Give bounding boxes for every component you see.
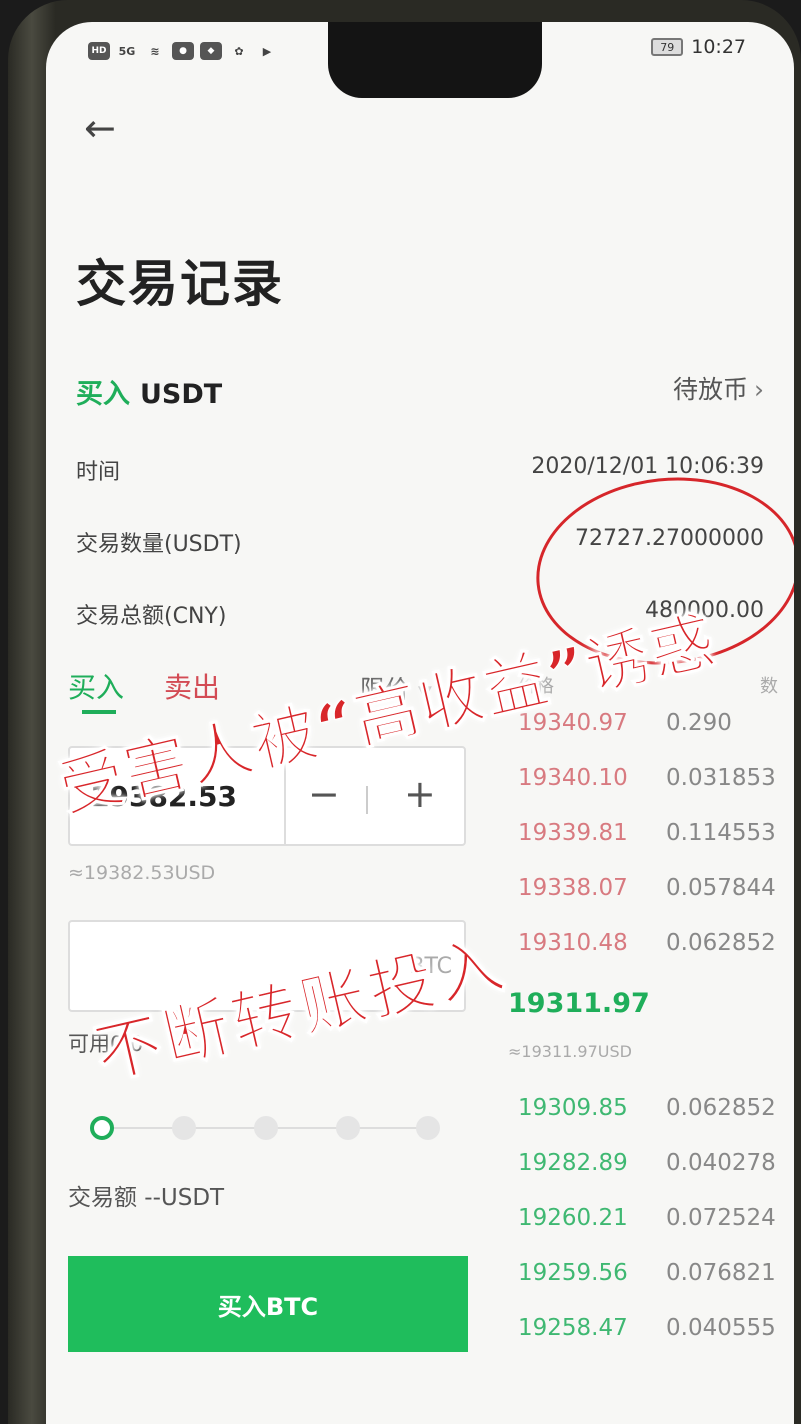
ask-row[interactable]: 19310.48 0.062852 bbox=[516, 930, 786, 970]
slider-stop-100[interactable] bbox=[416, 1116, 440, 1140]
last-price: 19311.97 bbox=[508, 988, 650, 1019]
minus-icon[interactable]: − bbox=[308, 772, 340, 816]
slider-handle[interactable] bbox=[90, 1116, 114, 1140]
price-approx: ≈19382.53USD bbox=[68, 862, 216, 884]
bid-price: 19258.47 bbox=[518, 1315, 628, 1341]
bid-qty: 0.040278 bbox=[666, 1150, 776, 1176]
bid-price: 19309.85 bbox=[518, 1095, 628, 1121]
ask-qty: 0.062852 bbox=[666, 930, 776, 956]
bid-row[interactable]: 19282.89 0.040278 bbox=[516, 1150, 786, 1190]
status-bar-right: 79 10:27 bbox=[651, 36, 746, 58]
bid-price: 19260.21 bbox=[518, 1205, 628, 1231]
ask-price: 19340.10 bbox=[518, 765, 628, 791]
hd-icon: HD bbox=[88, 42, 110, 60]
play-icon: ▶ bbox=[262, 44, 272, 58]
trade-total: 交易额 --USDT bbox=[68, 1185, 225, 1211]
time-label: 时间 bbox=[76, 460, 121, 485]
ask-row[interactable]: 19339.81 0.114553 bbox=[516, 820, 786, 860]
bid-qty: 0.076821 bbox=[666, 1260, 776, 1286]
bid-qty: 0.040555 bbox=[666, 1315, 776, 1341]
page-title: 交易记录 bbox=[76, 255, 284, 313]
bid-price: 19282.89 bbox=[518, 1150, 628, 1176]
order-header: 买入 USDT bbox=[76, 372, 222, 411]
order-status-label: 待放币 bbox=[672, 375, 748, 404]
plus-icon[interactable]: + bbox=[404, 772, 436, 816]
ask-qty: 0.290 bbox=[666, 710, 732, 736]
slider-stop-75[interactable] bbox=[336, 1116, 360, 1140]
tab-sell[interactable]: 卖出 bbox=[164, 666, 220, 706]
ask-row[interactable]: 19340.10 0.031853 bbox=[516, 765, 786, 805]
orderbook-qty-header: 数 bbox=[760, 676, 778, 697]
ask-row[interactable]: 19338.07 0.057844 bbox=[516, 875, 786, 915]
slider-stop-50[interactable] bbox=[254, 1116, 278, 1140]
bid-price: 19259.56 bbox=[518, 1260, 628, 1286]
app-screen: HD 5G ≋ ● ◆ ✿ ▶ 79 10:27 ← 交易记录 买入 USDT 待… bbox=[46, 22, 794, 1424]
phone-frame: HD 5G ≋ ● ◆ ✿ ▶ 79 10:27 ← 交易记录 买入 USDT 待… bbox=[8, 0, 801, 1424]
ask-qty: 0.114553 bbox=[666, 820, 776, 846]
camera-notch bbox=[328, 22, 542, 98]
active-tab-indicator bbox=[82, 710, 116, 714]
slider-stop-25[interactable] bbox=[172, 1116, 196, 1140]
total-label: 交易总额(CNY) bbox=[76, 604, 227, 629]
battery-icon: 79 bbox=[651, 38, 684, 56]
ask-price: 19310.48 bbox=[518, 930, 628, 956]
bid-row[interactable]: 19258.47 0.040555 bbox=[516, 1315, 786, 1355]
clock: 10:27 bbox=[691, 36, 746, 58]
chevron-right-icon: › bbox=[754, 375, 764, 404]
bid-row[interactable]: 19259.56 0.076821 bbox=[516, 1260, 786, 1300]
quantity-label: 交易数量(USDT) bbox=[76, 532, 242, 557]
ask-qty: 0.057844 bbox=[666, 875, 776, 901]
time-value: 2020/12/01 10:06:39 bbox=[531, 454, 764, 479]
app-notification-icon-3: ✿ bbox=[234, 44, 244, 58]
buy-btc-button[interactable]: 买入BTC bbox=[68, 1256, 468, 1352]
percent-slider[interactable] bbox=[90, 1116, 440, 1140]
bid-row[interactable]: 19309.85 0.062852 bbox=[516, 1095, 786, 1135]
ask-qty: 0.031853 bbox=[666, 765, 776, 791]
tab-buy[interactable]: 买入 bbox=[68, 666, 124, 706]
ask-price: 19338.07 bbox=[518, 875, 628, 901]
bid-qty: 0.072524 bbox=[666, 1205, 776, 1231]
bid-qty: 0.062852 bbox=[666, 1095, 776, 1121]
back-arrow-icon[interactable]: ← bbox=[84, 106, 116, 150]
app-notification-icon: ● bbox=[172, 42, 194, 60]
stepper-divider bbox=[366, 786, 368, 814]
last-price-approx: ≈19311.97USD bbox=[508, 1042, 632, 1061]
signal-icon: 5G bbox=[118, 44, 136, 58]
ask-price: 19339.81 bbox=[518, 820, 628, 846]
app-notification-icon-2: ◆ bbox=[200, 42, 222, 60]
order-asset: USDT bbox=[140, 379, 223, 410]
order-side: 买入 bbox=[76, 379, 130, 410]
status-bar-left: HD 5G ≋ ● ◆ ✿ ▶ bbox=[88, 42, 278, 60]
wifi-icon: ≋ bbox=[150, 44, 160, 58]
order-status-link[interactable]: 待放币 › bbox=[673, 370, 764, 406]
bid-row[interactable]: 19260.21 0.072524 bbox=[516, 1205, 786, 1245]
